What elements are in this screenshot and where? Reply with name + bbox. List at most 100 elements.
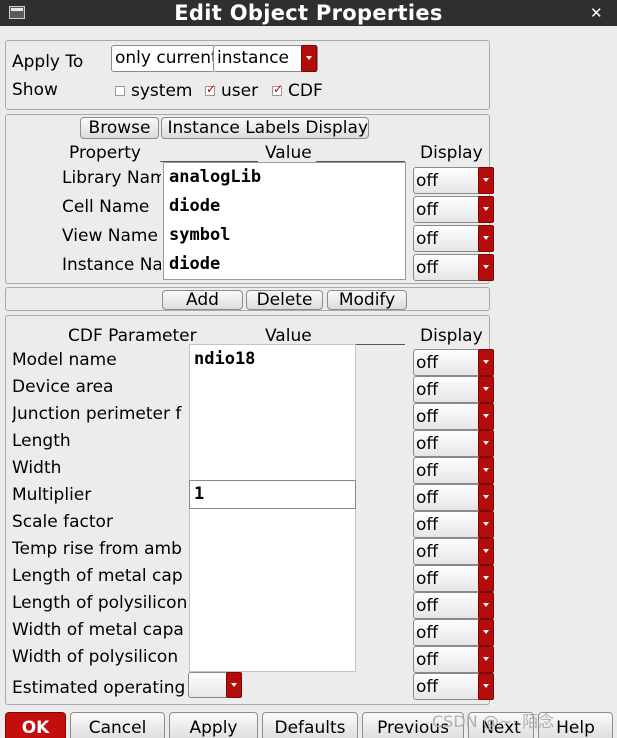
property-name-library: Library Name bbox=[62, 168, 161, 188]
display-dropdown-device-area[interactable]: off bbox=[413, 376, 494, 403]
display-dropdown-value: off bbox=[416, 380, 439, 400]
chevron-down-icon[interactable] bbox=[301, 45, 317, 72]
property-header: Property bbox=[69, 143, 141, 163]
display-dropdown-multiplier[interactable]: off bbox=[413, 484, 494, 511]
cdf-value-header: Value bbox=[265, 326, 312, 346]
show-cdf-label: CDF bbox=[288, 81, 323, 101]
show-user-checkbox[interactable] bbox=[205, 82, 216, 96]
apply-to-object-value: instance bbox=[217, 48, 290, 68]
display-dropdown-value: off bbox=[416, 488, 439, 508]
value-header: Value bbox=[265, 143, 312, 163]
cdf-name-temp-rise: Temp rise from amb bbox=[12, 539, 182, 559]
display-dropdown-cell[interactable]: off bbox=[413, 196, 494, 223]
display-dropdown-width[interactable]: off bbox=[413, 457, 494, 484]
chevron-down-icon[interactable] bbox=[478, 484, 494, 511]
show-label: Show bbox=[12, 80, 58, 100]
cdf-name-width: Width bbox=[12, 458, 62, 478]
cdf-name-junction-perimeter: Junction perimeter f bbox=[12, 404, 182, 424]
display-dropdown-view[interactable]: off bbox=[413, 225, 494, 252]
apply-to-label: Apply To bbox=[12, 52, 84, 72]
display-dropdown-value: off bbox=[416, 434, 439, 454]
property-value-view[interactable]: symbol bbox=[169, 225, 230, 245]
chevron-down-icon[interactable] bbox=[226, 672, 242, 698]
display-dropdown-length[interactable]: off bbox=[413, 430, 494, 457]
property-value-library[interactable]: analogLib bbox=[169, 167, 261, 187]
apply-to-object-combo[interactable]: instance bbox=[213, 45, 318, 72]
chevron-down-icon[interactable] bbox=[478, 619, 494, 646]
display-dropdown-value: off bbox=[416, 650, 439, 670]
cdf-value-multiplier[interactable]: 1 bbox=[194, 484, 204, 504]
window-title: Edit Object Properties bbox=[174, 1, 443, 25]
chevron-down-icon[interactable] bbox=[478, 565, 494, 592]
display-dropdown-value: off bbox=[416, 258, 439, 278]
cdf-display-header: Display bbox=[420, 326, 483, 346]
show-cdf-checkbox[interactable] bbox=[272, 82, 283, 96]
display-dropdown-value: off bbox=[416, 461, 439, 481]
property-name-view: View Name bbox=[62, 226, 158, 246]
chevron-down-icon[interactable] bbox=[478, 196, 494, 223]
cdf-value-model[interactable]: ndio18 bbox=[194, 349, 255, 369]
chevron-down-icon[interactable] bbox=[478, 376, 494, 403]
display-dropdown-estimated[interactable]: off bbox=[413, 673, 494, 700]
cdf-name-scale-factor: Scale factor bbox=[12, 512, 113, 532]
cdf-name-length-metal-cap: Length of metal cap bbox=[12, 566, 183, 586]
chevron-down-icon[interactable] bbox=[478, 349, 494, 376]
multiplier-field[interactable] bbox=[189, 480, 356, 509]
display-dropdown-value: off bbox=[416, 229, 439, 249]
delete-button[interactable]: Delete bbox=[246, 290, 323, 310]
ok-button[interactable]: OK bbox=[5, 712, 66, 738]
display-dropdown-value: off bbox=[416, 407, 439, 427]
cdf-name-length: Length bbox=[12, 431, 71, 451]
chevron-down-icon[interactable] bbox=[478, 403, 494, 430]
display-dropdown-value: off bbox=[416, 353, 439, 373]
show-system-checkbox[interactable] bbox=[115, 86, 125, 96]
property-value-cell[interactable]: diode bbox=[169, 196, 220, 216]
show-system-label: system bbox=[131, 81, 193, 101]
display-dropdown-value: off bbox=[416, 623, 439, 643]
add-button[interactable]: Add bbox=[162, 290, 243, 310]
display-dropdown-scale-factor[interactable]: off bbox=[413, 511, 494, 538]
defaults-button[interactable]: Defaults bbox=[262, 712, 358, 738]
title-bar: Edit Object Properties ✕ bbox=[0, 0, 617, 26]
cdf-name-width-polysilicon: Width of polysilicon bbox=[12, 647, 179, 667]
reset-labels-button[interactable]: Reset Instance Labels Display bbox=[161, 117, 369, 139]
property-name-instance: Instance Name bbox=[62, 255, 161, 275]
chevron-down-icon[interactable] bbox=[478, 673, 494, 700]
chevron-down-icon[interactable] bbox=[478, 646, 494, 673]
apply-to-scope-combo[interactable]: only current bbox=[111, 45, 215, 72]
cdf-name-estimated-operating: Estimated operating bbox=[12, 678, 186, 698]
display-dropdown-length-polysilicon[interactable]: off bbox=[413, 592, 494, 619]
chevron-down-icon[interactable] bbox=[478, 167, 494, 194]
display-dropdown-instance[interactable]: off bbox=[413, 254, 494, 281]
chevron-down-icon[interactable] bbox=[478, 430, 494, 457]
display-dropdown-width-metal-cap[interactable]: off bbox=[413, 619, 494, 646]
display-dropdown-value: off bbox=[416, 171, 439, 191]
display-dropdown-library[interactable]: off bbox=[413, 167, 494, 194]
modify-button[interactable]: Modify bbox=[327, 290, 407, 310]
csdn-watermark: CSDN @~· 陌念 bbox=[432, 712, 555, 731]
display-dropdown-length-metal-cap[interactable]: off bbox=[413, 565, 494, 592]
apply-button[interactable]: Apply bbox=[169, 712, 258, 738]
chevron-down-icon[interactable] bbox=[478, 592, 494, 619]
display-dropdown-temp-rise[interactable]: off bbox=[413, 538, 494, 565]
display-dropdown-value: off bbox=[416, 677, 439, 697]
chevron-down-icon[interactable] bbox=[478, 457, 494, 484]
cdf-name-device-area: Device area bbox=[12, 377, 114, 397]
property-value-instance[interactable]: diode bbox=[169, 254, 220, 274]
cancel-button[interactable]: Cancel bbox=[70, 712, 165, 738]
cdf-param-header: CDF Parameter bbox=[68, 326, 197, 346]
display-dropdown-value: off bbox=[416, 200, 439, 220]
estimated-operating-combo[interactable] bbox=[188, 672, 242, 698]
display-dropdown-junction-perimeter[interactable]: off bbox=[413, 403, 494, 430]
display-dropdown-width-polysilicon[interactable]: off bbox=[413, 646, 494, 673]
chevron-down-icon[interactable] bbox=[478, 225, 494, 252]
browse-button[interactable]: Browse bbox=[80, 117, 159, 139]
chevron-down-icon[interactable] bbox=[478, 538, 494, 565]
chevron-down-icon[interactable] bbox=[478, 511, 494, 538]
display-dropdown-value: off bbox=[416, 515, 439, 535]
display-dropdown-value: off bbox=[416, 596, 439, 616]
chevron-down-icon[interactable] bbox=[478, 254, 494, 281]
property-name-cell: Cell Name bbox=[62, 197, 150, 217]
close-icon[interactable]: ✕ bbox=[590, 0, 603, 26]
display-dropdown-model[interactable]: off bbox=[413, 349, 494, 376]
